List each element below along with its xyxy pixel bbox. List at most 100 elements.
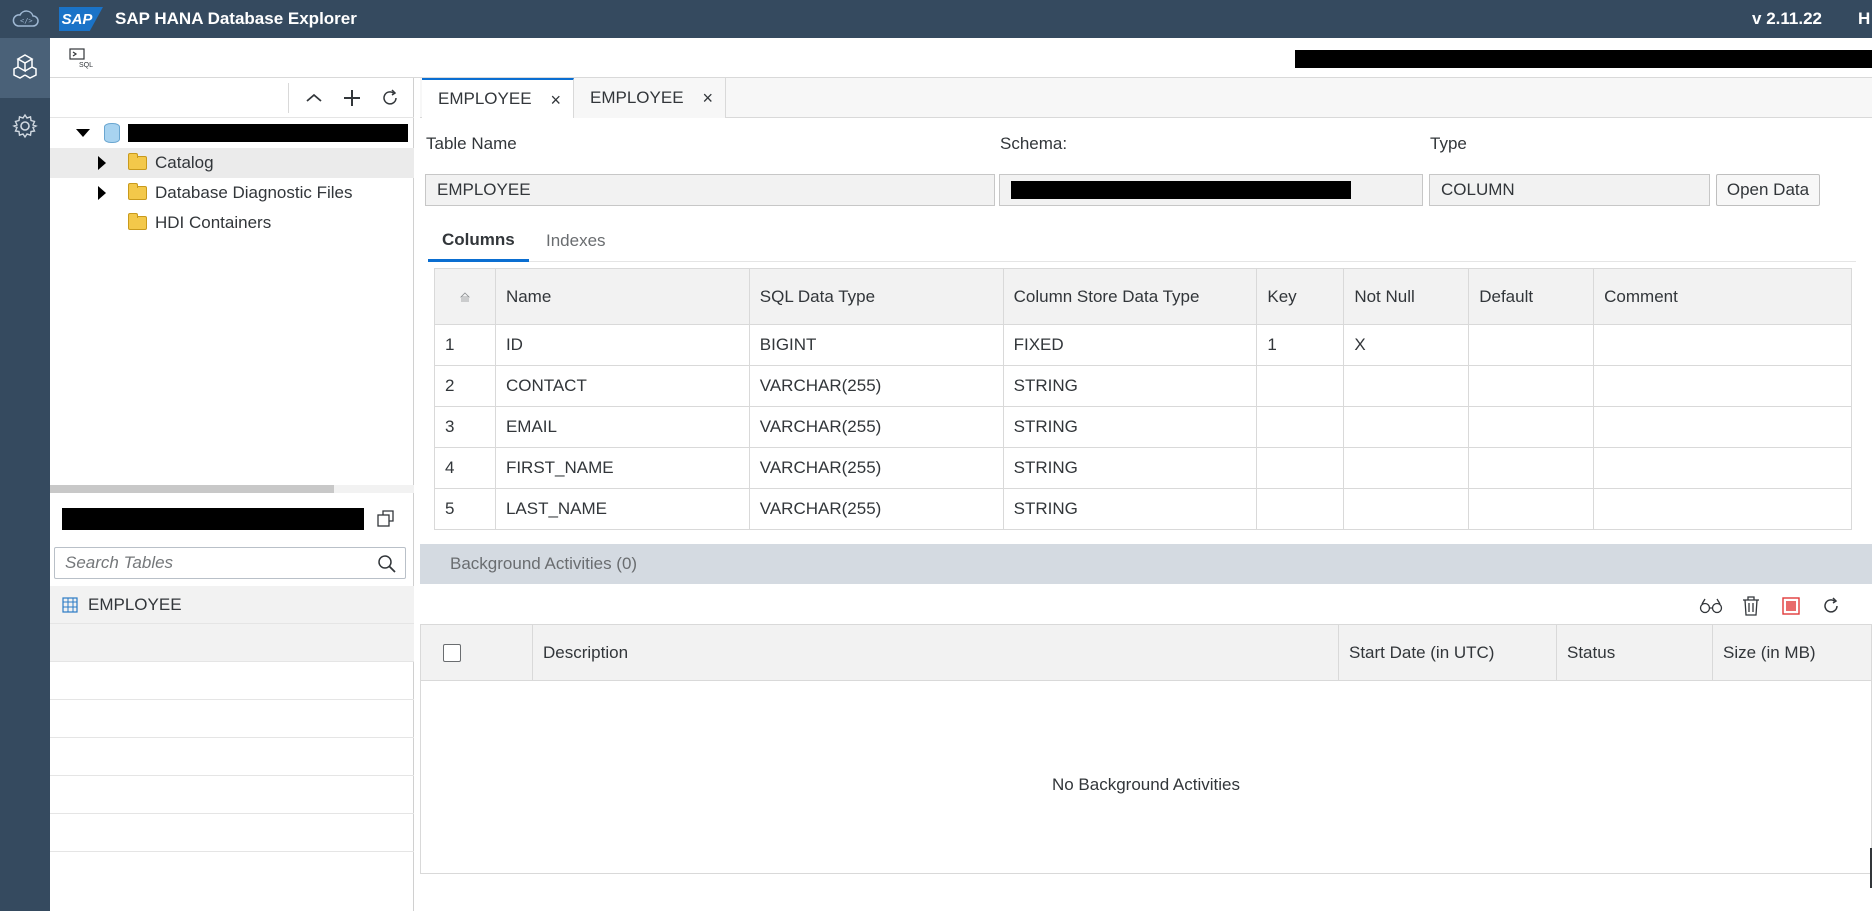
column-header-sql-type[interactable]: SQL Data Type	[749, 268, 1004, 325]
column-header-not-null[interactable]: Not Null	[1343, 268, 1470, 325]
shell-bar: </> SAP SAP HANA Database Explorer v 2.1…	[0, 0, 1872, 38]
type-field[interactable]: COLUMN	[1429, 174, 1710, 206]
open-sql-console-button[interactable]: SQL	[68, 47, 96, 69]
schema-field[interactable]	[999, 174, 1423, 206]
tree-item-label: Database Diagnostic Files	[155, 183, 353, 202]
refresh-activities-button[interactable]	[1818, 594, 1844, 618]
sql-icon-label: SQL	[79, 62, 93, 69]
schema-selector[interactable]	[50, 500, 414, 540]
cell-comment	[1593, 488, 1852, 530]
tab-columns[interactable]: Columns	[428, 220, 529, 262]
main-toolbar: SQL	[50, 38, 1872, 78]
expand-toggle-icon[interactable]	[76, 129, 90, 137]
search-icon[interactable]	[377, 554, 397, 574]
background-activities-panel: Description Start Date (in UTC) Status S…	[420, 584, 1872, 911]
redacted-connection-info	[1295, 50, 1872, 68]
database-explorer-nav-button[interactable]	[0, 38, 50, 98]
cell-row-number: 3	[434, 406, 496, 448]
glasses-icon	[1699, 598, 1723, 614]
table-row[interactable]: 4 FIRST_NAME VARCHAR(255) STRING	[434, 447, 1852, 489]
list-item-empty	[50, 776, 414, 814]
background-activities-header[interactable]: Background Activities (0)	[420, 544, 1872, 584]
open-in-window-icon[interactable]	[376, 508, 398, 530]
search-tables-field[interactable]	[54, 547, 406, 579]
schema-label: Schema:	[1000, 134, 1068, 153]
left-nav-rail	[0, 38, 50, 911]
table-name-label: Table Name	[426, 134, 517, 153]
empty-state-message: No Background Activities	[1051, 775, 1241, 794]
table-name-field[interactable]: EMPLOYEE	[425, 174, 995, 206]
activities-header-row: Description Start Date (in UTC) Status S…	[421, 625, 1871, 681]
cell-row-number: 1	[434, 324, 496, 366]
cloud-code-icon[interactable]: </>	[0, 0, 50, 38]
tree-item-hdi-containers[interactable]: HDI Containers	[50, 208, 414, 238]
tab-employee-2[interactable]: EMPLOYEE ×	[574, 78, 726, 118]
table-row[interactable]: 2 CONTACT VARCHAR(255) STRING	[434, 365, 1852, 407]
gear-icon	[12, 113, 38, 144]
column-header-start-date[interactable]: Start Date (in UTC)	[1339, 625, 1557, 681]
redacted-schema-name	[62, 508, 364, 530]
column-header-status[interactable]: Status	[1557, 625, 1713, 681]
expand-catalog-icon[interactable]	[98, 156, 106, 170]
search-tables-input[interactable]	[55, 548, 375, 578]
cell-not-null: X	[1343, 324, 1470, 366]
tree-item-diagnostic-files[interactable]: Database Diagnostic Files	[50, 178, 414, 208]
tab-employee-1[interactable]: EMPLOYEE ×	[422, 78, 574, 118]
app-title: SAP HANA Database Explorer	[115, 9, 357, 28]
redacted-schema-value	[1011, 181, 1351, 199]
open-data-button[interactable]: Open Data	[1716, 174, 1820, 206]
cell-key	[1256, 365, 1345, 407]
view-details-button[interactable]	[1698, 594, 1724, 618]
cell-not-null	[1343, 488, 1470, 530]
column-header-default[interactable]: Default	[1468, 268, 1595, 325]
background-activities-title: Background Activities (0)	[450, 554, 638, 573]
tree-horizontal-scrollbar[interactable]	[50, 485, 414, 493]
cell-default	[1468, 406, 1595, 448]
column-header-size[interactable]: Size (in MB)	[1713, 625, 1871, 681]
activities-table: Description Start Date (in UTC) Status S…	[420, 624, 1872, 874]
list-item-empty	[50, 738, 414, 776]
column-header-description[interactable]: Description	[533, 625, 1339, 681]
cell-key	[1256, 447, 1345, 489]
delete-button[interactable]	[1738, 594, 1764, 618]
cell-name: EMAIL	[495, 406, 750, 448]
cell-store-type: STRING	[1003, 406, 1258, 448]
column-header-key[interactable]: Key	[1256, 268, 1345, 325]
tab-label: EMPLOYEE	[590, 88, 684, 107]
cell-comment	[1593, 447, 1852, 489]
refresh-tree-button[interactable]	[376, 86, 404, 110]
close-icon[interactable]: ×	[550, 90, 561, 111]
stop-button[interactable]	[1778, 594, 1804, 618]
user-menu-button[interactable]: H	[1858, 9, 1872, 29]
column-header-comment[interactable]: Comment	[1593, 268, 1852, 325]
select-all-cell[interactable]	[421, 625, 533, 681]
table-row[interactable]: 1 ID BIGINT FIXED 1 X	[434, 324, 1852, 366]
cell-default	[1468, 447, 1595, 489]
column-header-name[interactable]: Name	[495, 268, 750, 325]
cell-comment	[1593, 324, 1852, 366]
sort-column-header[interactable]	[434, 268, 496, 325]
cell-sql-type: VARCHAR(255)	[749, 447, 1004, 489]
cell-default	[1468, 324, 1595, 366]
tree-root-connection[interactable]	[50, 118, 414, 148]
tree-item-catalog[interactable]: Catalog	[50, 148, 414, 178]
table-row[interactable]: 3 EMAIL VARCHAR(255) STRING	[434, 406, 1852, 448]
cell-not-null	[1343, 447, 1470, 489]
scrollbar-thumb[interactable]	[50, 485, 334, 493]
close-icon[interactable]: ×	[702, 88, 713, 109]
expand-diagnostic-files-icon[interactable]	[98, 186, 106, 200]
select-all-checkbox[interactable]	[443, 644, 461, 662]
cell-not-null	[1343, 406, 1470, 448]
add-connection-button[interactable]	[338, 86, 366, 110]
trash-icon	[1743, 596, 1759, 616]
tab-indexes[interactable]: Indexes	[546, 220, 606, 262]
table-row[interactable]: 5 LAST_NAME VARCHAR(255) STRING	[434, 488, 1852, 530]
cell-sql-type: BIGINT	[749, 324, 1004, 366]
column-header-store-type[interactable]: Column Store Data Type	[1003, 268, 1258, 325]
cell-name: CONTACT	[495, 365, 750, 407]
settings-nav-button[interactable]	[0, 98, 50, 158]
cell-comment	[1593, 365, 1852, 407]
collapse-all-button[interactable]	[300, 86, 328, 110]
list-item-employee[interactable]: EMPLOYEE	[50, 586, 414, 624]
sap-logo: SAP	[59, 7, 103, 31]
